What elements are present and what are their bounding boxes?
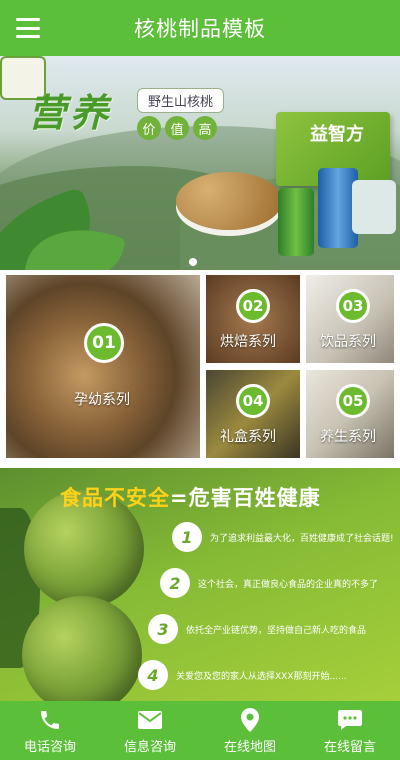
- promo-item: 4 关爱您及您的家人从选择XXX那刻开始......: [138, 660, 347, 690]
- green-walnut-image: [22, 596, 142, 701]
- promo-item: 1 为了追求利益最大化，百姓健康成了社会话题!: [172, 522, 394, 552]
- product-can: [278, 188, 314, 256]
- phone-icon: [37, 707, 63, 733]
- category-label: 礼盒系列: [220, 429, 276, 445]
- category-number: 04: [236, 384, 270, 418]
- promo-item-text: 依托全产业链优势，坚持做自己新人吃的食品: [186, 625, 367, 636]
- circle-word: 值: [165, 116, 189, 140]
- nav-label: 电话咨询: [23, 739, 76, 755]
- category-tile-4[interactable]: 04 礼盒系列: [206, 370, 300, 458]
- map-pin-icon: [237, 707, 263, 733]
- product-box-label: 益智方: [310, 124, 364, 145]
- category-number: 03: [336, 289, 370, 323]
- promo-title-rest: =危害百姓健康: [170, 486, 321, 510]
- nav-label: 在线地图: [223, 739, 276, 755]
- promo-title-highlight: 食品不安全: [60, 486, 170, 510]
- category-label: 孕幼系列: [74, 392, 130, 408]
- circle-word: 价: [137, 116, 161, 140]
- category-number: 01: [84, 323, 124, 363]
- chat-icon: [337, 707, 363, 733]
- promo-item: 2 这个社会，真正做良心食品的企业真的不多了: [160, 568, 378, 598]
- promo-item-text: 为了追求利益最大化，百姓健康成了社会话题!: [210, 533, 394, 544]
- category-grid: 01 孕幼系列 02 烘焙系列 03 饮品系列 04 礼盒系列 05 养生系列: [0, 270, 400, 462]
- promo-item-number: 2: [160, 568, 190, 598]
- nav-phone-consult[interactable]: 电话咨询: [0, 701, 100, 760]
- category-label: 烘焙系列: [220, 334, 276, 350]
- nav-online-map[interactable]: 在线地图: [200, 701, 300, 760]
- walnut-image: [6, 275, 200, 458]
- promo-item-text: 这个社会，真正做良心食品的企业真的不多了: [198, 579, 379, 590]
- category-tile-1[interactable]: 01 孕幼系列: [6, 275, 200, 458]
- page-title: 核桃制品模板: [134, 17, 266, 41]
- banner-circle-words: 价 值 高: [137, 116, 217, 140]
- category-label: 养生系列: [320, 429, 376, 445]
- menu-icon[interactable]: [14, 14, 42, 42]
- banner-tag: 野生山核桃: [137, 88, 225, 113]
- category-tile-2[interactable]: 02 烘焙系列: [206, 275, 300, 363]
- category-number: 02: [236, 289, 270, 323]
- circle-word: 高: [193, 116, 217, 140]
- promo-item-text: 关爱您及您的家人从选择XXX那刻开始......: [176, 671, 347, 682]
- category-number: 05: [336, 384, 370, 418]
- category-label: 饮品系列: [320, 334, 376, 350]
- nav-label: 信息咨询: [123, 739, 176, 755]
- banner-slogan: 营养: [28, 90, 113, 135]
- carousel-dot-active[interactable]: [189, 258, 197, 266]
- promo-item: 3 依托全产业链优势，坚持做自己新人吃的食品: [148, 614, 366, 644]
- promo-item-number: 4: [138, 660, 168, 690]
- walnut-bowl-image: [176, 172, 282, 230]
- nav-label: 在线留言: [323, 739, 376, 755]
- category-tile-3[interactable]: 03 饮品系列: [306, 275, 394, 363]
- product-tray: [352, 180, 396, 234]
- mail-icon: [137, 707, 163, 733]
- promo-section: 食品不安全=危害百姓健康 1 为了追求利益最大化，百姓健康成了社会话题! 2 这…: [0, 468, 400, 701]
- nav-message-consult[interactable]: 信息咨询: [100, 701, 200, 760]
- promo-item-number: 3: [148, 614, 178, 644]
- promo-item-number: 1: [172, 522, 202, 552]
- promo-title: 食品不安全=危害百姓健康: [60, 482, 321, 512]
- category-tile-5[interactable]: 05 养生系列: [306, 370, 394, 458]
- nav-online-message[interactable]: 在线留言: [300, 701, 400, 760]
- hero-banner[interactable]: 营养 野生山核桃 价 值 高 益智方: [0, 56, 400, 270]
- bottom-nav: 电话咨询 信息咨询 在线地图 在线留言: [0, 701, 400, 760]
- header-bar: 核桃制品模板: [0, 0, 400, 56]
